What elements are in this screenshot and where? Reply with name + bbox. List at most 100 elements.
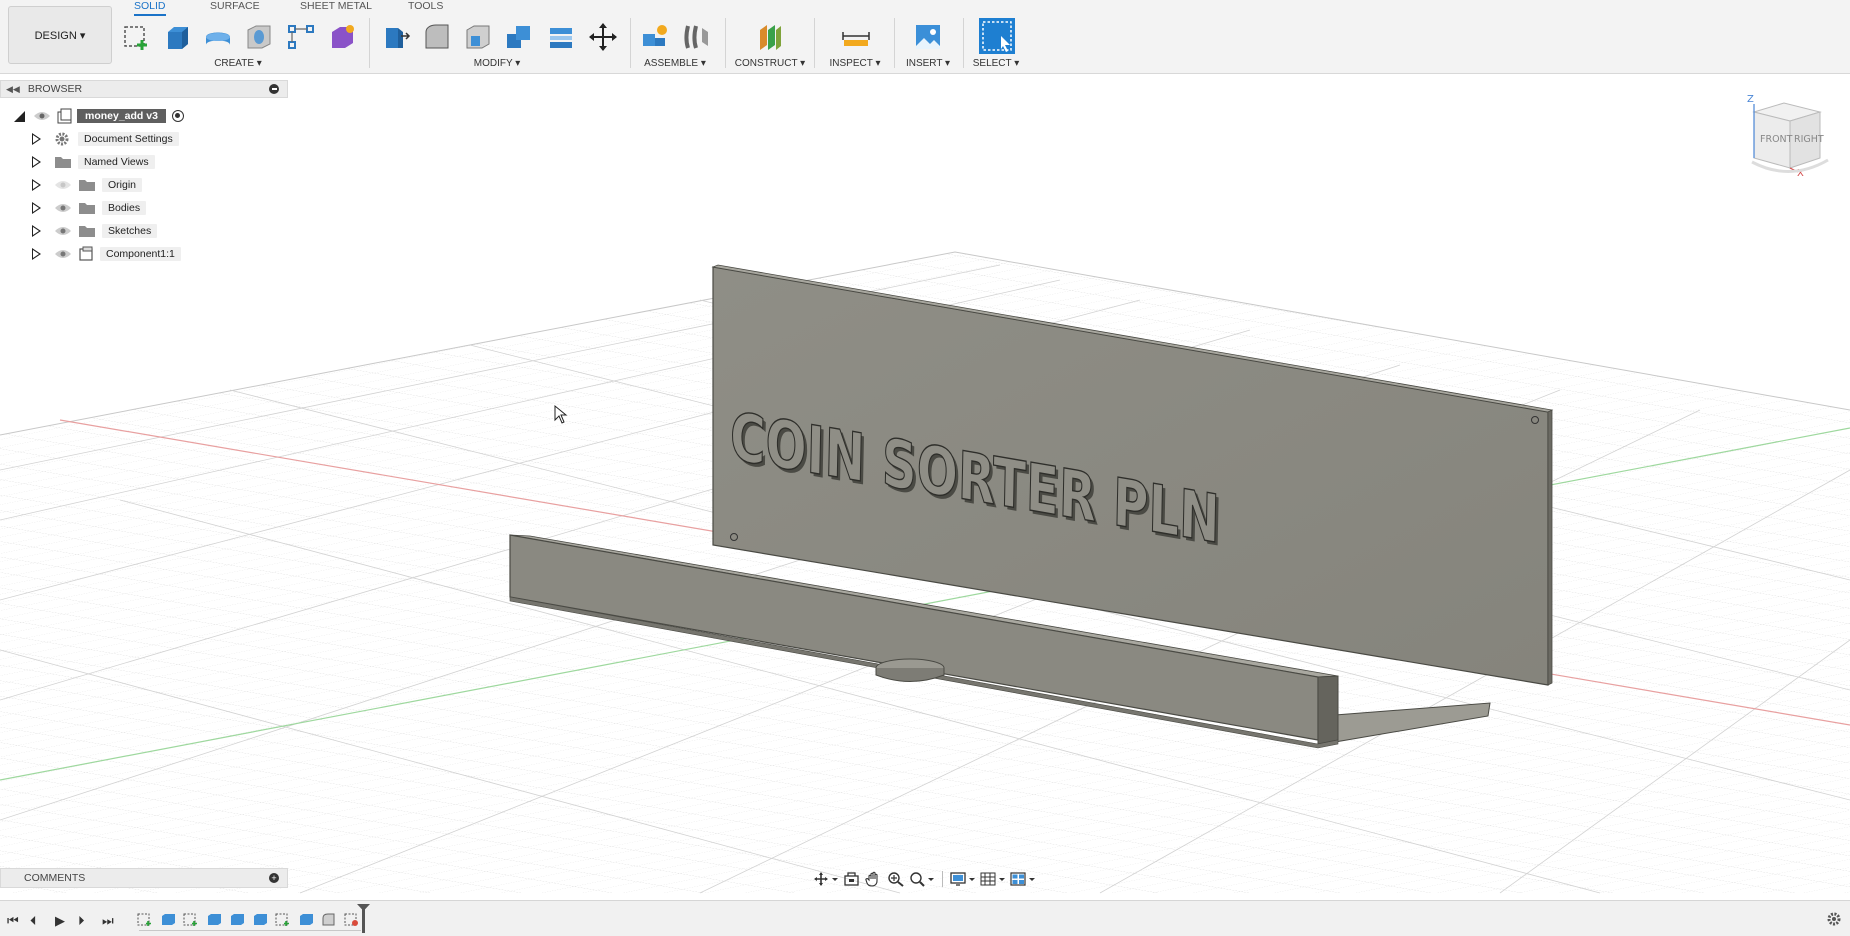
browser-item-origin[interactable]: Origin xyxy=(32,175,143,194)
expand-icon[interactable] xyxy=(32,133,41,145)
modify-menu[interactable]: MODIFY ▾ xyxy=(474,58,521,69)
create-menu[interactable]: CREATE ▾ xyxy=(214,58,262,69)
pattern-icon[interactable] xyxy=(286,22,316,52)
collapse-panel-icon[interactable]: ◀◀ xyxy=(6,84,20,95)
expand-icon[interactable] xyxy=(32,179,41,191)
browser-item-label: Component1:1 xyxy=(100,246,181,261)
offset-plane-icon[interactable] xyxy=(755,22,785,52)
timeline: ⏮ ⏴ ▶ ⏵ ⏭ xyxy=(0,900,1850,936)
measure-icon[interactable] xyxy=(841,22,871,52)
new-component-icon[interactable] xyxy=(640,22,670,52)
timeline-track xyxy=(139,930,361,931)
grid-settings-icon[interactable] xyxy=(980,871,1006,887)
split-body-icon[interactable] xyxy=(546,22,576,52)
expand-icon[interactable] xyxy=(32,202,41,214)
browser-item-document-settings[interactable]: Document Settings xyxy=(32,129,179,148)
visibility-eye-hidden-icon[interactable] xyxy=(54,179,72,191)
timeline-sketch-icon[interactable] xyxy=(183,912,198,927)
select-icon[interactable] xyxy=(979,18,1015,54)
insert-menu[interactable]: INSERT ▾ xyxy=(906,58,950,69)
timeline-extrude-icon[interactable] xyxy=(160,912,175,927)
browser-item-label: Named Views xyxy=(78,154,155,169)
folder-icon xyxy=(79,225,95,237)
folder-icon xyxy=(79,202,95,214)
tab-solid[interactable]: SOLID xyxy=(134,0,166,16)
press-pull-icon[interactable] xyxy=(381,22,411,52)
component-icon xyxy=(79,246,93,261)
tab-surface[interactable]: SURFACE xyxy=(210,0,260,14)
expand-icon[interactable] xyxy=(32,225,41,237)
timeline-extrude-icon[interactable] xyxy=(252,912,267,927)
step-back-icon[interactable]: ⏴ xyxy=(30,913,37,929)
select-menu[interactable]: SELECT ▾ xyxy=(973,58,1020,69)
activate-radio-icon[interactable] xyxy=(171,109,184,122)
viewcube[interactable]: FRONT RIGHT Z X xyxy=(1747,94,1829,179)
extrude-icon[interactable] xyxy=(162,22,192,52)
viewcube-right-label[interactable]: RIGHT xyxy=(1794,134,1824,145)
go-to-start-icon[interactable]: ⏮ xyxy=(7,913,19,929)
collapse-triangle-icon[interactable] xyxy=(12,109,26,123)
timeline-extrude-icon[interactable] xyxy=(298,912,313,927)
tab-tools[interactable]: TOOLS xyxy=(408,0,443,14)
shell-icon[interactable] xyxy=(463,22,493,52)
inspect-menu[interactable]: INSPECT ▾ xyxy=(830,58,881,69)
fillet-icon[interactable] xyxy=(422,22,452,52)
navigation-bar xyxy=(813,868,1036,890)
timeline-extrude-icon[interactable] xyxy=(229,912,244,927)
root-component-label[interactable]: money_add v3 xyxy=(77,108,166,123)
construct-menu[interactable]: CONSTRUCT ▾ xyxy=(735,58,805,69)
browser-item-label: Sketches xyxy=(102,223,158,238)
timeline-marker-handle[interactable] xyxy=(357,904,370,911)
gear-icon xyxy=(55,132,69,145)
tab-sheet-metal[interactable]: SHEET METAL xyxy=(300,0,372,14)
3d-viewport[interactable]: COIN SORTER PLN COIN SORTER PLN FRONT RI… xyxy=(0,75,1850,895)
visibility-eye-icon[interactable] xyxy=(33,110,51,122)
fit-zoom-icon[interactable] xyxy=(909,871,935,887)
browser-item-component1[interactable]: Component1:1 xyxy=(32,244,181,263)
create-sketch-icon[interactable] xyxy=(122,22,152,52)
browser-options-icon[interactable] xyxy=(269,84,279,94)
play-icon[interactable]: ▶ xyxy=(55,913,65,929)
timeline-sketch-error-icon[interactable] xyxy=(344,912,359,927)
zoom-icon[interactable] xyxy=(887,871,905,887)
hole-icon[interactable] xyxy=(244,22,274,52)
joint-icon[interactable] xyxy=(682,22,712,52)
comments-panel-header[interactable]: COMMENTS + xyxy=(0,868,288,888)
workspace-switcher[interactable]: DESIGN ▾ xyxy=(8,6,112,64)
revolve-icon[interactable] xyxy=(203,22,233,52)
go-to-end-icon[interactable]: ⏭ xyxy=(102,913,114,929)
combine-icon[interactable] xyxy=(504,22,534,52)
visibility-eye-icon[interactable] xyxy=(54,202,72,214)
folder-icon xyxy=(55,156,71,168)
timeline-sketch-icon[interactable] xyxy=(275,912,290,927)
timeline-sketch-icon[interactable] xyxy=(137,912,152,927)
toolbar: DESIGN ▾ SOLID SURFACE SHEET METAL TOOLS… xyxy=(0,0,1850,74)
browser-item-named-views[interactable]: Named Views xyxy=(32,152,155,171)
browser-item-sketches[interactable]: Sketches xyxy=(32,221,158,240)
expand-icon[interactable] xyxy=(32,156,41,168)
viewcube-front-label[interactable]: FRONT xyxy=(1760,134,1793,145)
step-forward-icon[interactable]: ⏵ xyxy=(78,913,85,929)
document-icon xyxy=(57,108,72,123)
assemble-menu[interactable]: ASSEMBLE ▾ xyxy=(644,58,706,69)
visibility-eye-icon[interactable] xyxy=(54,248,72,260)
browser-root-row[interactable]: money_add v3 xyxy=(12,106,184,125)
add-comment-icon[interactable]: + xyxy=(269,873,279,883)
visibility-eye-icon[interactable] xyxy=(54,225,72,237)
expand-icon[interactable] xyxy=(32,248,41,260)
move-copy-icon[interactable] xyxy=(588,22,618,52)
pan-hand-icon[interactable] xyxy=(865,871,883,887)
timeline-fillet-icon[interactable] xyxy=(321,912,336,927)
orbit-icon[interactable] xyxy=(813,871,839,887)
folder-icon xyxy=(79,179,95,191)
timeline-settings-gear-icon[interactable] xyxy=(1826,911,1842,927)
timeline-extrude-icon[interactable] xyxy=(206,912,221,927)
browser-panel-header: ◀◀ BROWSER xyxy=(0,80,288,98)
browser-item-bodies[interactable]: Bodies xyxy=(32,198,147,217)
z-axis-label: Z xyxy=(1747,94,1754,105)
display-settings-icon[interactable] xyxy=(950,871,976,887)
form-icon[interactable] xyxy=(328,22,358,52)
insert-image-icon[interactable] xyxy=(913,22,943,52)
look-at-icon[interactable] xyxy=(843,871,861,887)
viewports-icon[interactable] xyxy=(1010,871,1036,887)
